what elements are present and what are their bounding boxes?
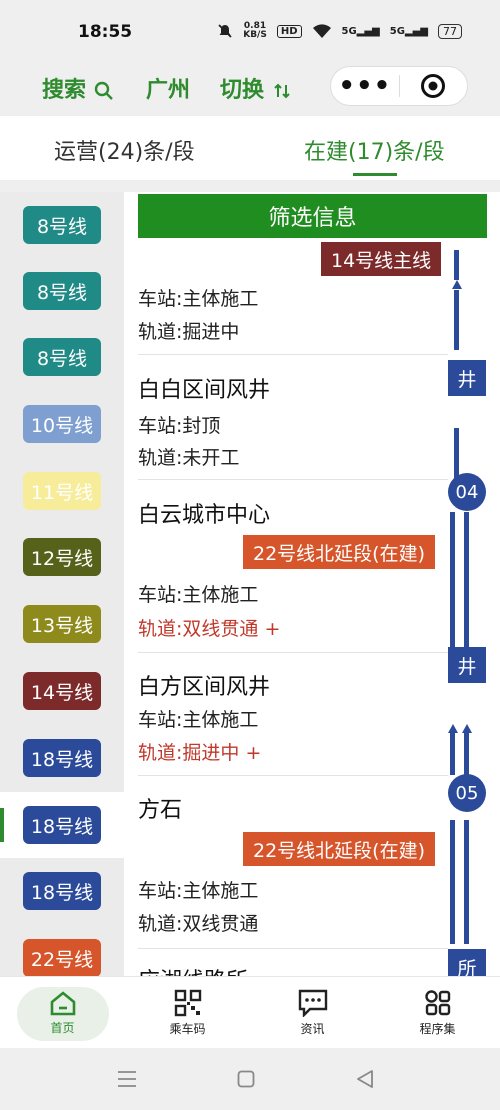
- station-name: 应湖线路所: [138, 963, 248, 976]
- line-chip: 18号线: [23, 872, 101, 910]
- line-tag: 22号线北延段(在建): [243, 832, 436, 866]
- station-card[interactable]: 白方区间风井 车站:主体施工 轨道:掘进中 + 井: [124, 647, 500, 775]
- sidebar-item-line8[interactable]: 8号线: [0, 192, 124, 258]
- back-icon[interactable]: [356, 1069, 374, 1089]
- station-status: 车站:主体施工: [138, 288, 259, 310]
- nav-home[interactable]: 首页: [0, 977, 125, 1049]
- sidebar-item-line13[interactable]: 13号线: [0, 591, 124, 657]
- line-chip: 18号线: [23, 806, 101, 844]
- sidebar-item-line11[interactable]: 11号线: [0, 458, 124, 524]
- line-chip: 18号线: [23, 739, 101, 777]
- station-name: 方石: [138, 798, 183, 823]
- line-chip: 11号线: [23, 472, 101, 510]
- hd-icon: HD: [276, 24, 302, 38]
- more-icon[interactable]: •••: [331, 71, 399, 101]
- app-header: 搜索 广州 切换 •••: [0, 66, 500, 116]
- home-icon: [50, 991, 75, 1016]
- system-nav-bar: [0, 1048, 500, 1110]
- line-chip: 8号线: [23, 206, 101, 244]
- grid-apps-icon: [424, 990, 450, 1016]
- sidebar-item-line8[interactable]: 8号线: [0, 258, 124, 324]
- line-chip: 12号线: [23, 538, 101, 576]
- line-tag: 22号线北延段(在建): [243, 535, 436, 569]
- station-card[interactable]: 应湖线路所 所: [124, 949, 500, 976]
- sidebar-item-line8[interactable]: 8号线: [0, 324, 124, 390]
- filter-button[interactable]: 筛选信息: [138, 194, 487, 238]
- station-name: 白白区间风井: [138, 378, 271, 403]
- line-tag: 14号线主线: [321, 242, 442, 276]
- sidebar-item-line18[interactable]: 18号线: [0, 858, 124, 924]
- tab-operating[interactable]: 运营(24)条/段: [54, 134, 195, 166]
- sidebar-item-line18-active[interactable]: 18号线: [0, 792, 124, 858]
- line-chip: 10号线: [23, 405, 101, 443]
- signal-icon-1: 5G▂▄▆: [341, 25, 380, 37]
- mute-bell-icon: [218, 24, 232, 38]
- chat-bubble-icon: [298, 989, 327, 1017]
- swap-arrows-icon: [273, 83, 290, 99]
- nav-ride-code[interactable]: 乘车码: [125, 977, 250, 1049]
- status-bar: 18:55 0.81 KB/S HD 5G▂▄▆ 5G▂▄▆ 77: [0, 0, 500, 66]
- sidebar-item-line18[interactable]: 18号线: [0, 725, 124, 791]
- nav-programs[interactable]: 程序集: [375, 977, 500, 1049]
- net-speed: 0.81 KB/S: [243, 21, 267, 40]
- search-button[interactable]: 搜索: [42, 72, 114, 104]
- search-icon: [94, 81, 113, 100]
- clock: 18:55: [78, 22, 133, 42]
- sidebar-item-line12[interactable]: 12号线: [0, 524, 124, 590]
- station-card[interactable]: 方石 22号线北延段(在建) 车站:主体施工 轨道:双线贯通 05: [124, 774, 500, 948]
- battery-icon: 77: [438, 23, 462, 39]
- line-chip: 8号线: [23, 338, 101, 376]
- track-status[interactable]: 轨道:双线贯通 +: [138, 614, 280, 641]
- line-chip: 14号线: [23, 672, 101, 710]
- nav-news[interactable]: 资讯: [250, 977, 375, 1049]
- station-number-badge: 04: [448, 473, 486, 511]
- line-sidebar: 8号线 8号线 8号线 10号线 11号线 12号线 13号线 14号线 18号…: [0, 192, 124, 977]
- track-status: 轨道:双线贯通: [138, 913, 259, 935]
- station-list: 筛选信息 14号线主线 车站:主体施工 轨道:掘进中 白白区间风井 车站:封顶 …: [124, 192, 500, 976]
- status-icons: 0.81 KB/S HD 5G▂▄▆ 5G▂▄▆ 77: [217, 22, 462, 40]
- miniprogram-capsule: •••: [330, 66, 468, 106]
- city-name[interactable]: 广州: [146, 72, 190, 104]
- line-chip: 13号线: [23, 605, 101, 643]
- station-status: 车站:主体施工: [138, 584, 259, 606]
- status-tabs: 运营(24)条/段 在建(17)条/段: [0, 116, 500, 180]
- sidebar-item-line10[interactable]: 10号线: [0, 391, 124, 457]
- station-status: 车站:主体施工: [138, 880, 259, 902]
- bottom-tab-bar: 首页 乘车码 资讯 程序集: [0, 976, 500, 1048]
- menu-icon[interactable]: [117, 1070, 137, 1088]
- line-chip: 8号线: [23, 272, 101, 310]
- switch-city-button[interactable]: 切换: [220, 72, 292, 104]
- station-card[interactable]: 白云城市中心 22号线北延段(在建) 车站:主体施工 轨道:双线贯通 + 04: [124, 473, 500, 652]
- shaft-badge: 井: [448, 360, 486, 396]
- sidebar-item-line14[interactable]: 14号线: [0, 658, 124, 724]
- shaft-badge: 井: [448, 647, 486, 683]
- junction-badge: 所: [448, 949, 486, 976]
- active-tab-indicator: [353, 173, 397, 176]
- station-name: 白方区间风井: [138, 675, 271, 700]
- close-target-icon[interactable]: [400, 73, 468, 99]
- track-status: 轨道:未开工: [138, 447, 240, 469]
- signal-icon-2: 5G▂▄▆: [389, 25, 428, 37]
- line-chip: 22号线: [23, 939, 101, 977]
- station-number-badge: 05: [448, 774, 486, 812]
- station-status: 车站:封顶: [138, 415, 221, 437]
- wifi-icon: [312, 23, 331, 38]
- tab-under-construction[interactable]: 在建(17)条/段: [304, 134, 445, 166]
- station-card[interactable]: 白白区间风井 车站:封顶 轨道:未开工 井: [124, 355, 500, 479]
- station-status: 车站:主体施工: [138, 709, 259, 731]
- station-card[interactable]: 14号线主线 车站:主体施工 轨道:掘进中: [124, 242, 500, 354]
- qr-code-icon: [174, 989, 201, 1017]
- track-status: 轨道:掘进中: [138, 321, 240, 343]
- station-name: 白云城市中心: [138, 503, 271, 528]
- track-status[interactable]: 轨道:掘进中 +: [138, 738, 261, 765]
- home-square-icon[interactable]: [237, 1070, 255, 1088]
